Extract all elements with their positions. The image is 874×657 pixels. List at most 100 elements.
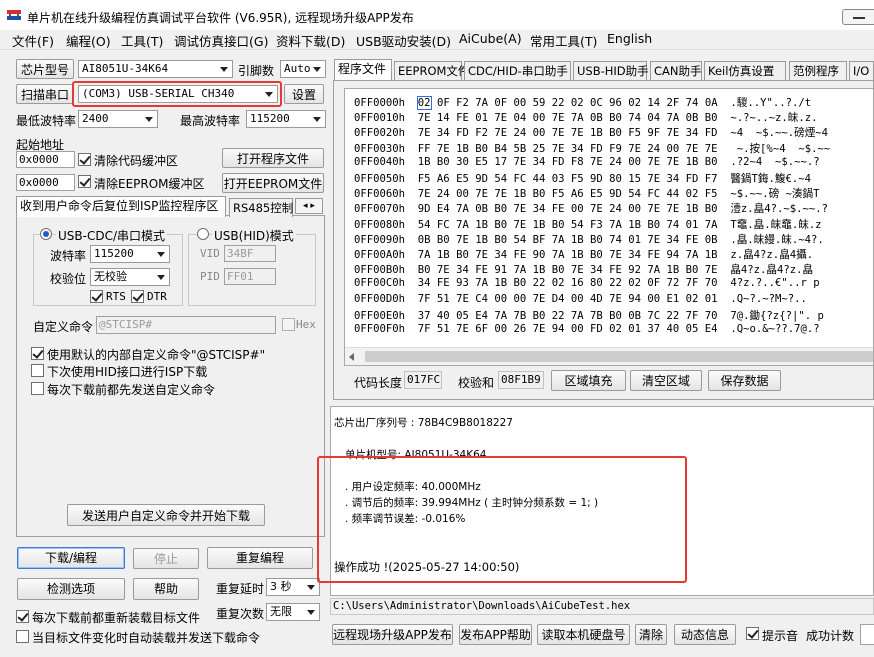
chevron-down-icon [305,579,317,595]
tab-can-helper[interactable]: CAN助手 [650,61,702,80]
stop-button[interactable]: 停止 [133,548,199,569]
dtr-checkbox[interactable] [131,290,144,303]
output-log[interactable]: 芯片出厂序列号 : 78B4C9B8018227 单片机型号: AI8051U-… [330,406,874,596]
tab-usb-hid-helper[interactable]: USB-HID助手 [573,61,649,80]
hex-row: 0FF0070h 9D E4 7A 0B B0 7E 34 FE 00 7E 2… [354,201,828,216]
download-button[interactable]: 下载/编程 [17,547,125,569]
save-data-button[interactable]: 保存数据 [708,370,781,391]
open-eeprom-button[interactable]: 打开EEPROM文件 [222,173,324,193]
menu-common-tools[interactable]: 常用工具(T) [530,31,597,50]
send-before-label: 每次下载前都先发送自定义命令 [47,383,216,397]
hex-editor[interactable]: 0FF0000h 02 0F F2 7A 0F 00 59 22 02 0C 9… [344,88,874,366]
repeat-delay-select[interactable]: 3 秒 [266,578,320,596]
next-hid-checkbox[interactable] [31,364,44,377]
menu-aicube[interactable]: AiCube(A) [459,31,522,46]
tab-isp-reset[interactable]: 收到用户命令后复位到ISP监控程序区 [16,196,226,217]
chevron-down-icon [311,111,323,127]
scroll-left-icon[interactable] [349,353,354,361]
hex-checkbox[interactable] [282,318,295,331]
clear-area-button[interactable]: 清空区域 [630,370,702,391]
hex-address: 0FF0070h [354,203,406,216]
chevron-down-icon [143,111,155,127]
tab-examples[interactable]: 范例程序 [789,61,847,80]
tab-rs485[interactable]: RS485控制 [229,198,293,217]
send-custom-button[interactable]: 发送用户自定义命令并开始下载 [67,504,265,526]
repeat-delay-label: 重复延时 [216,582,265,596]
tab-eeprom-file[interactable]: EEPROM文件 [394,61,469,80]
hex-bytes: 54 FC 7A 1B B0 7E 1B B0 54 F3 7A 1B B0 7… [417,218,718,231]
usb-hid-radio[interactable] [197,228,209,240]
hex-ascii: z.皛4?z.皛4攝. [730,249,814,261]
custom-cmd-input[interactable]: @STCISP# [96,316,276,334]
hex-row: 0FF00A0h 7A 1B B0 7E 34 FE 90 7A 1B B0 7… [354,247,813,262]
hex-bytes: 1B B0 30 E5 17 7E 34 FD F8 7E 24 00 7E 7… [417,155,718,168]
tab-program-file[interactable]: 程序文件 [334,59,392,80]
parity-select[interactable]: 无校验 [90,268,170,286]
hex-ascii: 醫鍋T鋂.鰒€.~4 [730,173,824,185]
fill-area-button[interactable]: 区域填充 [551,370,626,391]
hex-ascii: .皛.皌縵.皌.~4?. [730,233,824,246]
scan-port-button[interactable]: 扫描串口 [16,84,74,104]
hex-bytes: 7E 14 FE 01 7E 04 00 7E 7A 0B B0 74 04 7… [417,112,718,125]
minimize-button[interactable] [842,9,874,25]
hex-row: 0FF00C0h 34 FE 93 7A 1B B0 22 02 16 80 2… [354,277,820,289]
dynamic-info-button[interactable]: 动态信息 [674,624,736,645]
beep-checkbox[interactable] [746,627,759,640]
usb-cdc-radio[interactable] [40,228,52,240]
rts-checkbox[interactable] [90,290,103,303]
horizontal-scrollbar[interactable] [345,347,873,365]
baud-select[interactable]: 115200 [90,245,170,263]
custom-cmd-label: 自定义命令 [33,320,94,334]
menu-download[interactable]: 资料下载(D) [276,31,345,50]
reprogram-button[interactable]: 重复编程 [207,547,313,569]
tab-scroll-arrows[interactable]: ◂ ▸ [295,198,323,214]
reload-checkbox[interactable] [16,610,29,623]
publish-help-button[interactable]: 发布APP帮助 [459,624,532,645]
hex-ascii: ~.按[%~4 ~$.~~ [730,142,831,155]
eeprom-addr-input[interactable]: 0x0000 [16,174,75,191]
hex-bytes: 34 FE 93 7A 1B B0 22 02 16 80 22 02 0F 7… [417,277,718,290]
menu-program[interactable]: 编程(O) [66,31,111,50]
scroll-thumb[interactable] [365,351,873,362]
code-addr-input[interactable]: 0x0000 [16,151,75,168]
menu-file[interactable]: 文件(F) [12,31,54,50]
pin-select[interactable]: Auto [280,60,326,78]
hex-address: 0FF00A0h [354,249,406,261]
chip-type-select[interactable]: AI8051U-34K64 [78,60,233,78]
clear-eeprom-checkbox[interactable] [78,175,91,188]
menu-usb-driver[interactable]: USB驱动安装(D) [356,31,451,50]
settings-button[interactable]: 设置 [284,84,324,104]
publish-app-button[interactable]: 远程现场升级APP发布 [332,624,453,645]
hex-address: 0FF0000h [354,97,406,109]
hex-row: 0FF00B0h B0 7E 34 FE 91 7A 1B B0 7E 34 F… [354,262,813,277]
hex-label: Hex [296,318,316,331]
read-disk-id-button[interactable]: 读取本机硬盘号 [537,624,630,645]
clear-button[interactable]: 清除 [635,624,667,645]
tab-serial-helper[interactable]: CDC/HID-串口助手 [464,61,571,80]
vid-input[interactable]: 34BF [224,245,276,262]
autoload-checkbox[interactable] [16,630,29,643]
clear-code-checkbox[interactable] [78,153,91,166]
max-baud-select[interactable]: 115200 [246,110,326,128]
open-program-button[interactable]: 打开程序文件 [222,148,324,168]
hex-bytes: 9D E4 7A 0B B0 7E 34 FE 00 7E 24 00 7E 7… [417,203,718,216]
hex-bytes: 02 0F F2 7A 0F 00 59 22 02 0C 96 02 14 2… [416,96,718,110]
hex-ascii: .?2~4 ~$.~~.? [730,155,820,168]
tab-keil-sim[interactable]: Keil仿真设置 [704,61,786,80]
menu-english[interactable]: English [607,31,652,46]
menu-debug[interactable]: 调试仿真接口(G) [174,31,268,50]
send-before-checkbox[interactable] [31,382,44,395]
chip-type-button[interactable]: 芯片型号 [16,59,74,79]
usb-hid-label: USB(HID)模式 [212,227,296,244]
use-default-checkbox[interactable] [31,347,44,360]
min-baud-select[interactable]: 2400 [78,110,158,128]
hex-row: 0FF00D0h 7F 51 7E C4 00 00 7E D4 00 4D 7… [354,293,807,305]
pid-input[interactable]: FF01 [224,268,276,285]
check-options-button[interactable]: 检测选项 [17,578,125,600]
min-baud-value: 2400 [82,112,109,125]
repeat-count-select[interactable]: 无限 [266,603,320,621]
tab-io[interactable]: I/O [849,61,874,80]
port-select[interactable]: (COM3) USB-SERIAL CH340 [78,85,278,103]
help-button[interactable]: 帮助 [133,578,199,600]
menu-tools[interactable]: 工具(T) [121,31,163,50]
